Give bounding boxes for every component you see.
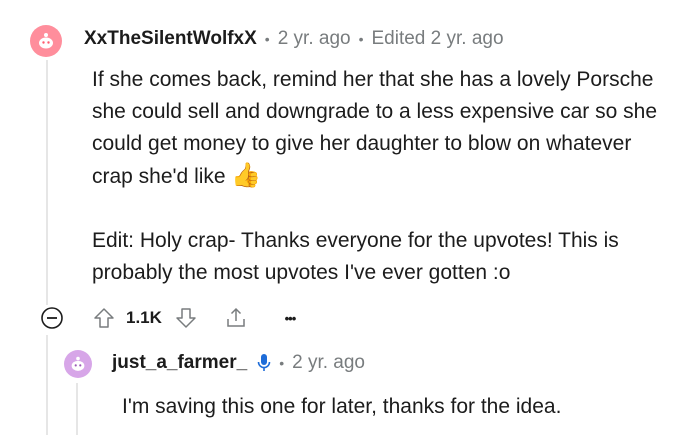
downvote-icon: [176, 308, 196, 328]
microphone-icon: [257, 354, 271, 371]
action-bar: 1.1K •••: [38, 300, 304, 336]
comment-paragraph-2: Edit: Holy crap- Thanks everyone for the…: [92, 229, 619, 284]
collapse-button[interactable]: [38, 304, 66, 332]
thread-line-reply: [76, 383, 78, 435]
avatar-icon: [71, 356, 85, 371]
share-icon: [227, 307, 245, 327]
downvote-button[interactable]: [172, 304, 200, 332]
separator-dot: •: [264, 31, 270, 47]
comment-body: If she comes back, remind her that she h…: [92, 64, 662, 289]
more-icon: •••: [284, 310, 297, 326]
thumbs-up-emoji: 👍: [231, 162, 262, 189]
upvote-icon: [94, 308, 114, 328]
avatar[interactable]: [30, 25, 62, 57]
share-button[interactable]: [222, 304, 250, 332]
reply-timestamp: 2 yr. ago: [292, 352, 365, 373]
collapse-icon: [41, 307, 63, 329]
username[interactable]: XxTheSilentWolfxX: [84, 28, 257, 50]
thread-line-main: [46, 60, 48, 305]
comment-paragraph-1: If she comes back, remind her that she h…: [92, 68, 658, 189]
separator-dot: •: [279, 355, 285, 371]
upvote-button[interactable]: [90, 304, 118, 332]
edited-label: Edited 2 yr. ago: [371, 28, 504, 49]
reply-avatar[interactable]: [64, 350, 92, 378]
more-button[interactable]: •••: [276, 304, 304, 332]
reply-username[interactable]: just_a_farmer_: [112, 352, 247, 374]
thread-line-main-lower: [46, 335, 48, 435]
reply-meta: just_a_farmer_ • 2 yr. ago: [112, 352, 365, 374]
reply-paragraph: I'm saving this one for later, thanks fo…: [122, 395, 562, 418]
separator-dot: •: [358, 31, 364, 47]
comment-meta: XxTheSilentWolfxX • 2 yr. ago • Edited 2…: [84, 28, 504, 50]
timestamp: 2 yr. ago: [277, 28, 351, 49]
reply-body: I'm saving this one for later, thanks fo…: [122, 391, 682, 423]
avatar-icon: [39, 33, 53, 49]
vote-score: 1.1K: [126, 308, 162, 327]
